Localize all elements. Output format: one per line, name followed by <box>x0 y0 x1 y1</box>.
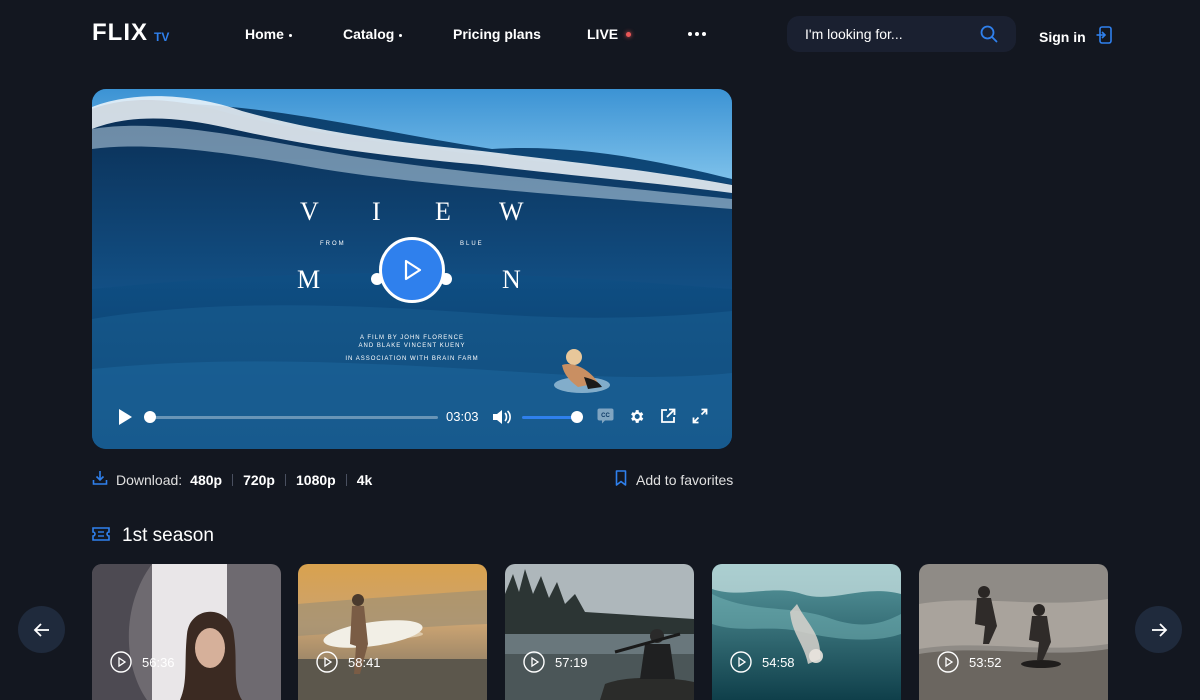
episode-duration: 53:52 <box>969 654 1002 670</box>
nav-home[interactable]: Home <box>245 24 292 44</box>
episode-duration: 58:41 <box>348 654 381 670</box>
episode-card[interactable]: 58:41 <box>298 564 487 700</box>
episode-thumbnail <box>919 564 1108 700</box>
bookmark-icon <box>615 470 627 489</box>
settings-button[interactable] <box>628 408 645 430</box>
arrow-left-icon <box>33 622 49 637</box>
nav-home-label: Home <box>245 26 284 42</box>
carousel-next-button[interactable] <box>1135 606 1182 653</box>
sign-in-icon <box>1096 26 1112 47</box>
carousel-prev-button[interactable] <box>18 606 65 653</box>
live-indicator-icon <box>626 31 632 37</box>
arrow-right-icon <box>1151 622 1167 637</box>
nav-pricing-label: Pricing plans <box>453 26 541 42</box>
play-icon <box>119 409 132 425</box>
captions-icon: CC <box>597 408 614 424</box>
dropdown-dot-icon <box>288 33 292 37</box>
nav-more-button[interactable] <box>688 24 706 44</box>
play-circle-icon <box>110 651 132 673</box>
play-circle-icon <box>523 651 545 673</box>
volume-icon <box>493 410 511 424</box>
episode-duration: 54:58 <box>762 654 795 670</box>
divider <box>232 473 234 486</box>
volume-handle[interactable] <box>571 411 583 423</box>
sign-in-button[interactable]: Sign in <box>1039 26 1112 47</box>
search-bar <box>787 16 1016 52</box>
dropdown-dot-icon <box>399 33 403 37</box>
nav-live[interactable]: LIVE <box>587 24 632 44</box>
ticket-icon <box>92 526 110 546</box>
add-to-favorites-button[interactable]: Add to favorites <box>615 470 733 489</box>
nav-live-label: LIVE <box>587 26 619 42</box>
progress-bar[interactable] <box>149 416 438 419</box>
quality-720p[interactable]: 720p <box>243 472 275 488</box>
episode-thumbnail <box>712 564 901 700</box>
divider <box>285 473 286 486</box>
episode-duration: 57:19 <box>555 654 588 670</box>
fullscreen-icon <box>692 408 708 424</box>
episode-thumbnail <box>505 564 694 700</box>
quality-480p[interactable]: 480p <box>190 472 222 488</box>
episode-card[interactable]: 57:19 <box>505 564 694 700</box>
episode-meta: 53:52 <box>937 651 1002 673</box>
volume-slider[interactable] <box>522 416 577 419</box>
play-circle-icon <box>730 651 752 673</box>
nav-catalog[interactable]: Catalog <box>343 24 403 44</box>
time-remaining: 03:03 <box>446 409 479 424</box>
episode-meta: 56:36 <box>110 651 175 673</box>
progress-handle[interactable] <box>144 411 156 423</box>
logo-main: FLIX <box>92 19 148 46</box>
favorites-label: Add to favorites <box>636 471 734 488</box>
big-play-button[interactable] <box>379 237 445 303</box>
captions-button[interactable]: CC <box>597 408 614 429</box>
divider <box>345 473 347 486</box>
fullscreen-button[interactable] <box>692 408 708 429</box>
sign-in-label: Sign in <box>1039 28 1086 45</box>
episode-meta: 58:41 <box>316 651 381 673</box>
logo[interactable]: FLIX TV <box>92 20 169 46</box>
more-dots-icon <box>688 24 706 44</box>
quality-1080p[interactable]: 1080p <box>296 472 336 488</box>
episode-thumbnail <box>92 564 281 700</box>
episode-thumbnail <box>298 564 487 700</box>
logo-sub: TV <box>154 30 170 44</box>
episode-card[interactable]: 53:52 <box>919 564 1108 700</box>
player-controls: 03:03 CC <box>92 399 732 435</box>
play-icon <box>404 259 422 281</box>
download-bar: Download: 480p 720p 1080p 4k <box>92 470 372 489</box>
episode-card[interactable]: 56:36 <box>92 564 281 700</box>
episode-duration: 56:36 <box>142 654 175 670</box>
season-title: 1st season <box>122 525 214 546</box>
season-header: 1st season <box>92 525 214 547</box>
download-label: Download: <box>116 471 183 488</box>
pip-button[interactable] <box>660 408 676 429</box>
volume-button[interactable] <box>492 408 512 431</box>
episode-card[interactable]: 54:58 <box>712 564 901 700</box>
quality-4k[interactable]: 4k <box>357 472 373 488</box>
search-input[interactable] <box>805 26 975 42</box>
search-icon[interactable] <box>980 25 998 48</box>
play-pause-button[interactable] <box>117 408 133 431</box>
nav-catalog-label: Catalog <box>343 26 395 42</box>
play-circle-icon <box>937 651 959 673</box>
episode-meta: 57:19 <box>523 651 588 673</box>
captions-label: CC <box>601 413 610 419</box>
external-link-icon <box>661 408 676 423</box>
video-player[interactable]: V I E W FROM BLUE M N A FILM BY JOHN FLO… <box>92 89 732 449</box>
download-icon <box>92 470 108 489</box>
episode-meta: 54:58 <box>730 651 795 673</box>
header: FLIX TV Home Catalog Pricing plans LIVE … <box>0 0 1200 70</box>
play-circle-icon <box>316 651 338 673</box>
gear-icon <box>631 410 644 423</box>
nav-pricing[interactable]: Pricing plans <box>453 24 541 44</box>
